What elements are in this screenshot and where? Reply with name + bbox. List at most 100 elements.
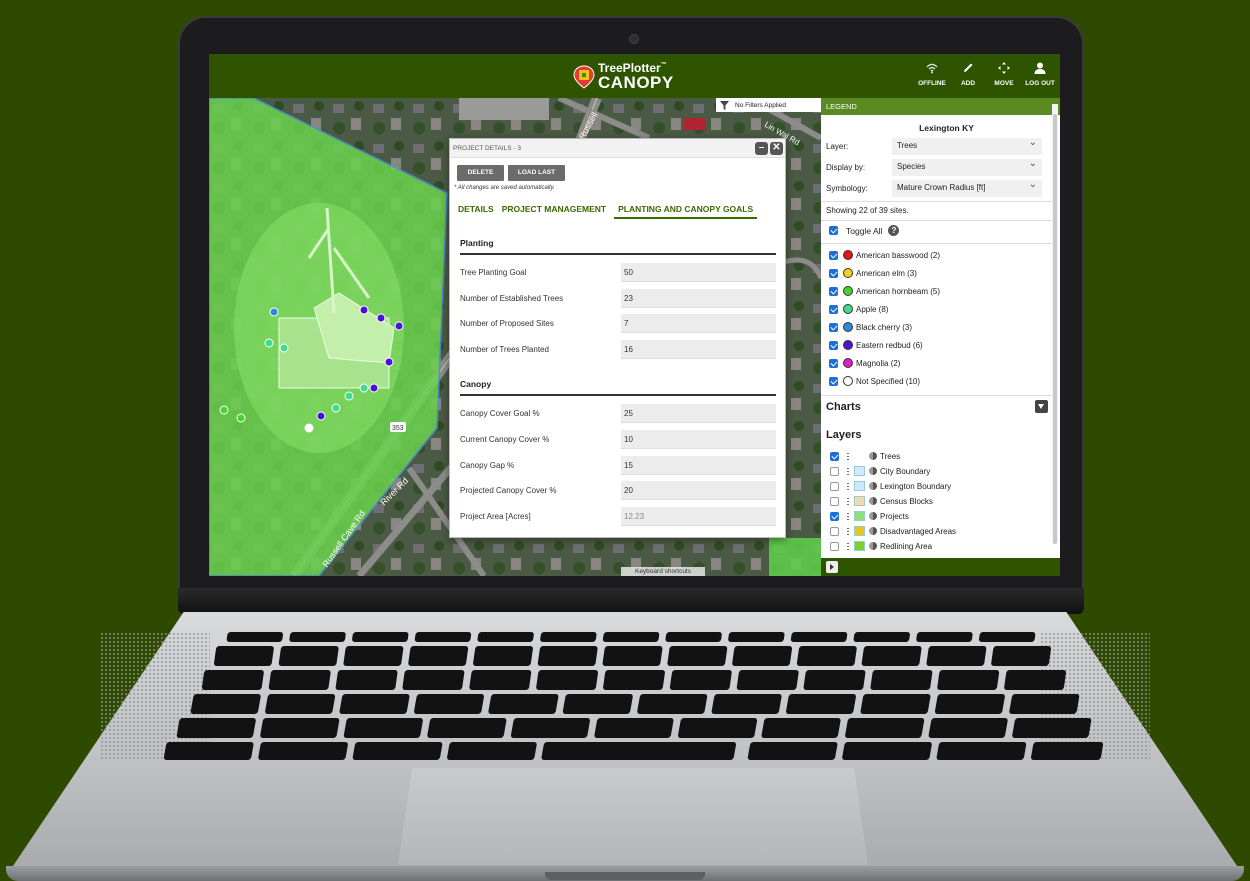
layer-checkbox[interactable] <box>830 466 839 476</box>
layer-item[interactable]: Lexington Boundary <box>830 479 951 493</box>
top-nav: OFFLINE ADD MOVE LOG OUT <box>914 62 1058 87</box>
current-canopy-cover-field[interactable]: 10 <box>621 430 776 449</box>
collapse-legend-icon[interactable] <box>826 561 838 573</box>
tree-point-marker[interactable] <box>384 357 394 367</box>
species-checkbox[interactable] <box>829 304 838 314</box>
layer-checkbox[interactable] <box>830 496 839 506</box>
layer-swatch <box>854 541 865 551</box>
established-trees-field[interactable]: 23 <box>621 289 776 308</box>
help-icon[interactable]: ? <box>888 225 900 236</box>
treeplotter-logo[interactable]: TreePlotter™ CANOPY <box>573 62 674 91</box>
layer-checkbox[interactable] <box>830 526 839 536</box>
species-checkbox[interactable] <box>829 358 838 368</box>
species-legend-item[interactable]: American elm (3) <box>829 266 917 280</box>
drag-handle-icon[interactable] <box>846 511 850 521</box>
tab-planting-canopy-goals[interactable]: PLANTING AND CANOPY GOALS <box>614 203 758 219</box>
tree-point-marker[interactable] <box>359 383 369 393</box>
opacity-icon[interactable] <box>869 527 877 535</box>
species-legend-item[interactable]: Apple (8) <box>829 302 888 316</box>
opacity-icon[interactable] <box>869 452 877 460</box>
species-legend-item[interactable]: Magnolia (2) <box>829 356 900 370</box>
opacity-icon[interactable] <box>869 512 877 520</box>
toggle-all-checkbox[interactable] <box>829 226 838 235</box>
drag-handle-icon[interactable] <box>846 496 850 506</box>
display-by-select[interactable]: Species <box>892 158 1042 176</box>
tree-point-marker[interactable] <box>269 307 279 317</box>
wifi-icon <box>926 63 938 74</box>
tree-point-marker[interactable] <box>376 313 386 323</box>
species-checkbox[interactable] <box>829 286 838 296</box>
opacity-icon[interactable] <box>869 482 877 490</box>
tree-point-marker[interactable] <box>236 413 246 423</box>
drag-handle-icon[interactable] <box>846 526 850 536</box>
drag-handle-icon[interactable] <box>846 466 850 476</box>
tree-point-marker[interactable] <box>279 343 289 353</box>
drag-handle-icon[interactable] <box>846 541 850 551</box>
layer-item[interactable]: Redlining Area <box>830 539 932 553</box>
layer-select[interactable]: Trees <box>892 137 1042 155</box>
canopy-cover-goal-field[interactable]: 25 <box>621 404 776 423</box>
layer-item[interactable]: Disadvantaged Areas <box>830 524 956 538</box>
opacity-icon[interactable] <box>869 542 877 550</box>
drag-handle-icon[interactable] <box>846 481 850 491</box>
tree-point-marker[interactable] <box>359 305 369 315</box>
layer-item[interactable]: Projects <box>830 509 909 523</box>
opacity-icon[interactable] <box>869 467 877 475</box>
drag-handle-icon[interactable] <box>846 451 850 461</box>
charts-expand-icon[interactable] <box>1035 400 1048 413</box>
layer-select-row: Layer: Trees <box>826 137 1056 155</box>
filter-icon[interactable] <box>720 100 729 110</box>
legend-scrollbar-thumb[interactable] <box>1053 114 1057 544</box>
layer-item[interactable]: Trees <box>830 449 900 463</box>
trees-planted-field[interactable]: 16 <box>621 340 776 359</box>
species-checkbox[interactable] <box>829 340 838 350</box>
tab-details[interactable]: DETAILS <box>454 203 498 219</box>
species-checkbox[interactable] <box>829 376 838 386</box>
layer-checkbox[interactable] <box>830 481 839 491</box>
layer-checkbox[interactable] <box>830 511 839 521</box>
load-last-button[interactable]: LOAD LAST <box>508 165 565 181</box>
move-button[interactable]: MOVE <box>986 62 1022 87</box>
tree-point-marker[interactable] <box>369 383 379 393</box>
species-legend-item[interactable]: American hornbeam (5) <box>829 284 940 298</box>
species-color-dot <box>843 358 853 368</box>
species-legend-item[interactable]: American basswood (2) <box>829 248 940 262</box>
add-button[interactable]: ADD <box>950 62 986 87</box>
opacity-icon[interactable] <box>869 497 877 505</box>
tree-point-marker[interactable] <box>264 338 274 348</box>
tree-planting-goal-field[interactable]: 50 <box>621 263 776 282</box>
tree-point-marker[interactable] <box>331 403 341 413</box>
tree-point-marker[interactable] <box>219 405 229 415</box>
filter-bar[interactable]: No Filters Applied <box>716 98 821 112</box>
minimize-icon[interactable]: – <box>755 142 768 155</box>
species-checkbox[interactable] <box>829 250 838 260</box>
logout-button[interactable]: LOG OUT <box>1022 62 1058 87</box>
species-legend-item[interactable]: Eastern redbud (6) <box>829 338 923 352</box>
delete-button[interactable]: DELETE <box>457 165 504 181</box>
projected-canopy-cover-field[interactable]: 20 <box>621 481 776 500</box>
tree-point-marker[interactable] <box>394 321 404 331</box>
keyboard-shortcuts-link[interactable]: Keyboard shortcuts <box>621 567 705 576</box>
symbology-select[interactable]: Mature Crown Radius [ft] <box>892 179 1042 197</box>
canopy-gap-field[interactable]: 15 <box>621 456 776 475</box>
tab-project-management[interactable]: PROJECT MANAGEMENT <box>498 203 610 219</box>
layer-item[interactable]: City Boundary <box>830 464 930 478</box>
species-legend-item[interactable]: Black cherry (3) <box>829 320 912 334</box>
offline-button[interactable]: OFFLINE <box>914 62 950 87</box>
toggle-all-row[interactable]: Toggle All ? <box>829 225 900 236</box>
species-legend-item[interactable]: Not Specified (10) <box>829 374 920 388</box>
tree-point-marker[interactable] <box>344 391 354 401</box>
proposed-sites-field[interactable]: 7 <box>621 314 776 333</box>
symbology-label: Symbology: <box>826 184 868 193</box>
legend-divider <box>821 201 1052 202</box>
layer-checkbox[interactable] <box>830 451 839 461</box>
canopy-divider <box>460 394 776 396</box>
field-label: Projected Canopy Cover % <box>460 486 557 495</box>
species-checkbox[interactable] <box>829 322 838 332</box>
tree-point-marker[interactable] <box>304 423 314 433</box>
layer-checkbox[interactable] <box>830 541 839 551</box>
close-icon[interactable]: ✕ <box>770 142 783 155</box>
layer-item[interactable]: Census Blocks <box>830 494 933 508</box>
tree-point-marker[interactable] <box>316 411 326 421</box>
species-checkbox[interactable] <box>829 268 838 278</box>
